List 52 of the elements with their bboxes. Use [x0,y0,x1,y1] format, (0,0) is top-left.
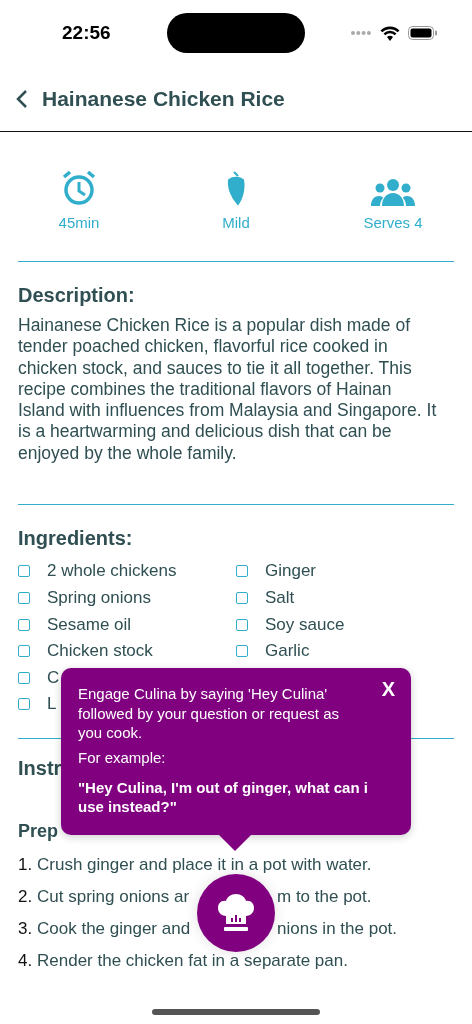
ingredient-name: Ginger [265,561,317,582]
step-text: Render the chicken fat in a separate pan. [37,949,348,972]
ingredient-checkbox[interactable] [236,645,248,658]
fact-label: Serves 4 [363,214,423,231]
battery-icon [408,26,438,40]
step-text: m to the pot. [277,885,372,908]
close-button[interactable]: X [381,678,395,701]
description-text: Hainanese Chicken Rice is a popular dish made of tender poached chicken, flavorful rice cooked in chicken stock, and sauces to tie it all together. This recipe combines the traditional flavors of Hainan Island with influences from Malaysia and Singapore. It is a heartwarming and delicious dish that can be enjoyed by the whole family. [18,315,438,465]
chili-pepper-icon [227,170,245,206]
people-group-icon [371,178,415,206]
step-text: nions in the pot. [277,917,398,940]
back-chevron-icon[interactable] [16,88,28,109]
example-text: "Hey Culina, I'm out of ginger, what can i use instead?" [78,777,369,817]
ingredient-checkbox[interactable] [236,591,248,604]
ingredient-checkbox[interactable] [18,698,30,711]
step-number: 3. [18,917,34,940]
alarm-clock-icon [61,170,97,206]
signal-icon [350,30,372,36]
status-time: 22:56 [62,22,111,44]
step-number: 2. [18,885,34,908]
ingredient-checkbox[interactable] [236,618,248,631]
section-heading: Instr [18,756,62,780]
ingredient-checkbox[interactable] [236,565,248,578]
ingredient-name: L [47,694,57,715]
subsection-heading: Prep [18,820,59,842]
ingredient-name: Garlic [265,641,310,662]
chef-hat-icon [218,894,254,932]
wifi-icon [380,25,400,41]
tip-text: For example: [78,748,167,766]
ingredient-checkbox[interactable] [18,671,30,684]
fact-label: Mild [222,214,250,231]
section-heading: Description: [18,284,135,307]
step-number: 1. [18,853,34,876]
ingredient-name: 2 whole chickens [47,561,177,582]
step-text: Cook the ginger and [37,917,191,940]
ingredient-name: Chicken stock [47,641,153,662]
ingredient-name: Sesame oil [47,614,132,635]
ingredient-name: Soy sauce [265,614,345,635]
step-number: 4. [18,949,34,972]
tip-text: Engage Culina by saying 'Hey Culina' followed by your question or request as you cook. [78,684,340,743]
step-text: Crush ginger and place it in a pot with water. [37,853,372,876]
step-text: Cut spring onions ar [37,885,190,908]
recipe-title: Hainanese Chicken Rice [42,86,285,111]
fact-label: 45min [58,214,100,231]
ingredient-checkbox[interactable] [18,645,30,658]
ingredient-name: C [47,667,60,688]
ingredient-checkbox[interactable] [18,565,30,578]
ingredient-name: Salt [265,587,295,608]
ingredient-name: Spring onions [47,587,151,608]
ingredient-checkbox[interactable] [18,591,30,604]
ingredient-checkbox[interactable] [18,618,30,631]
section-heading: Ingredients: [18,527,133,551]
